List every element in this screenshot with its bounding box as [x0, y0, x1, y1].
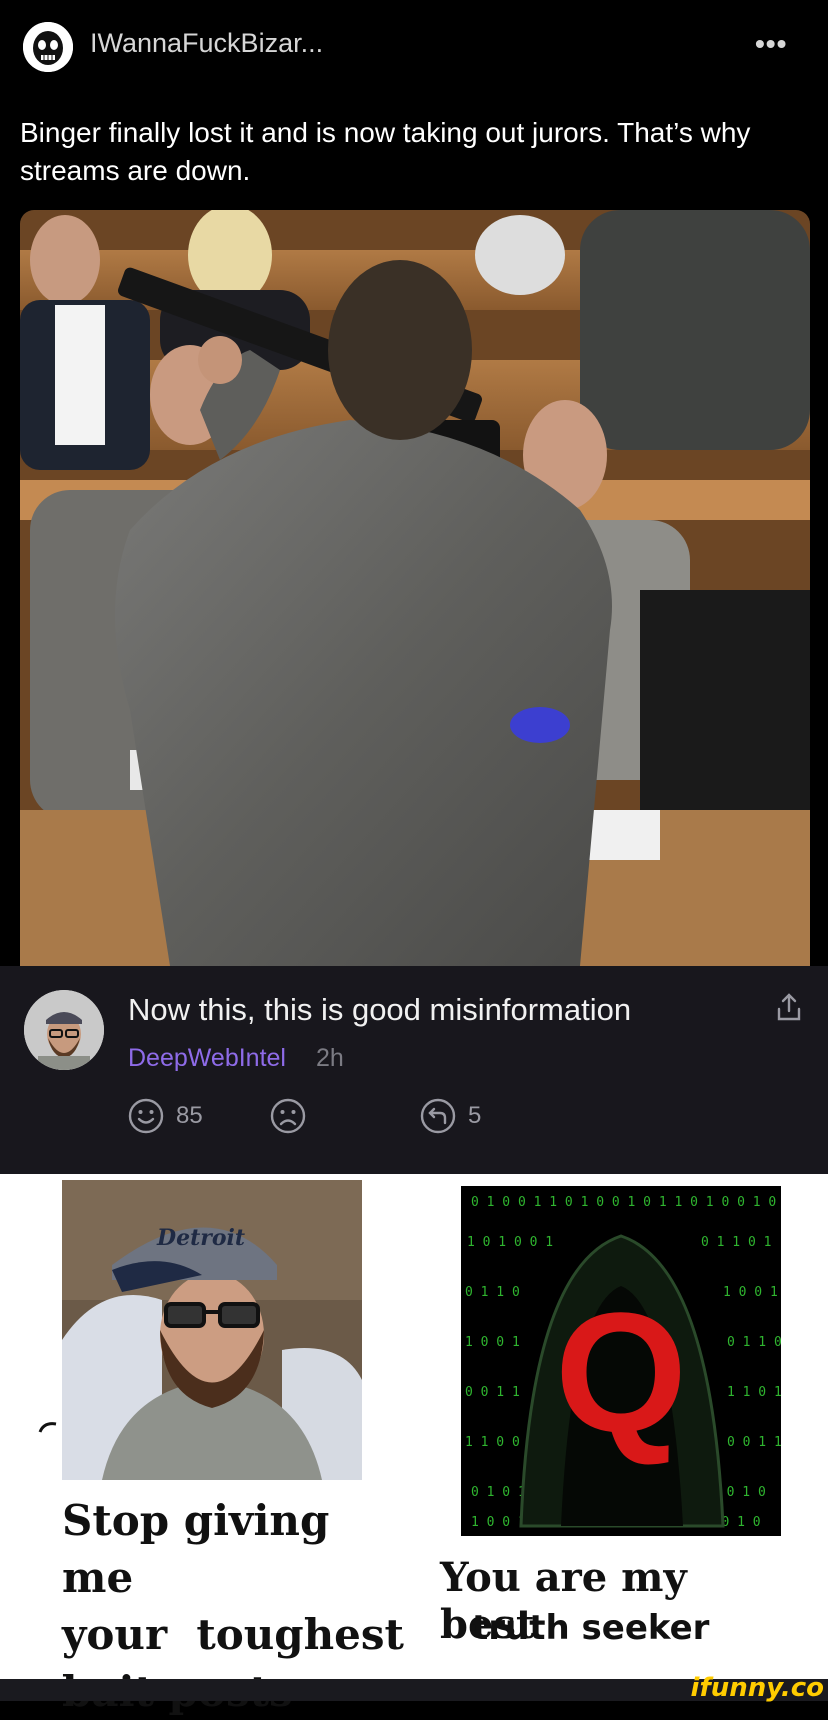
like-count: 85 [176, 1102, 203, 1129]
svg-text:0 1 0 0 1 1 0 1 0 0 1 0 1 1 0: 0 1 0 0 1 1 0 1 0 0 1 0 1 1 0 1 0 0 1 0 [471, 1195, 776, 1210]
cap-logo: Detroit [156, 1225, 245, 1251]
svg-text:1 1 0 1: 1 1 0 1 [727, 1385, 781, 1400]
svg-text:0 1 1 0 1: 0 1 1 0 1 [701, 1235, 771, 1250]
reply-count: 5 [468, 1102, 482, 1129]
bearded-man-photo: Detroit [62, 1180, 362, 1480]
post-caption: Binger finally lost it and is now taking… [20, 117, 751, 186]
svg-text:0 0 1 1: 0 0 1 1 [727, 1435, 781, 1450]
svg-text:Q: Q [555, 1278, 687, 1468]
svg-text:1 0 0 1: 1 0 0 1 [723, 1285, 778, 1300]
post-image[interactable] [20, 210, 810, 966]
comment-text: Now this, this is good misinformation [128, 992, 632, 1027]
comment-time: 2h [316, 1044, 344, 1072]
left-caption-line-2: your toughest [62, 1610, 404, 1659]
meme-image: Detroit 0 1 0 0 1 1 0 1 0 0 1 0 1 1 0 1 … [0, 1174, 828, 1716]
more-dots-icon[interactable]: ••• [755, 28, 787, 60]
svg-text:0 0 1 1: 0 0 1 1 [465, 1385, 520, 1400]
poster-avatar[interactable] [23, 22, 73, 72]
post-header: IWannaFuckBizar... ••• [0, 0, 828, 100]
frown-icon[interactable] [270, 1098, 306, 1134]
scratch-mark-icon [38, 1420, 58, 1436]
right-caption-line-2: truth seeker [472, 1608, 710, 1648]
commenter-avatar[interactable] [24, 990, 104, 1070]
svg-text:1 1 0 0: 1 1 0 0 [465, 1435, 520, 1450]
comment-author[interactable]: DeepWebIntel [128, 1044, 286, 1073]
ifunny-watermark: ifunny.co [690, 1673, 824, 1703]
svg-text:1 0 0 1: 1 0 0 1 [465, 1335, 520, 1350]
svg-text:0 1 1 0: 0 1 1 0 [727, 1335, 781, 1350]
svg-text:1 0 1 0 0 1: 1 0 1 0 0 1 [467, 1235, 553, 1250]
reply-icon[interactable] [420, 1098, 456, 1134]
share-icon[interactable] [776, 992, 802, 1022]
comment-card: Now this, this is good misinformation De… [0, 966, 828, 1174]
poster-username[interactable]: IWannaFuckBizar... [90, 28, 323, 59]
footer-bar: ifunny.co [0, 1673, 828, 1703]
smile-icon[interactable] [128, 1098, 164, 1134]
svg-text:0 1 1 0: 0 1 1 0 [465, 1285, 520, 1300]
left-caption-line-1: Stop giving me [62, 1496, 330, 1602]
q-hacker-image: 0 1 0 0 1 1 0 1 0 0 1 0 1 1 0 1 0 0 1 0 … [461, 1186, 781, 1536]
svg-text:0 1 0 1: 0 1 0 1 [471, 1485, 526, 1500]
